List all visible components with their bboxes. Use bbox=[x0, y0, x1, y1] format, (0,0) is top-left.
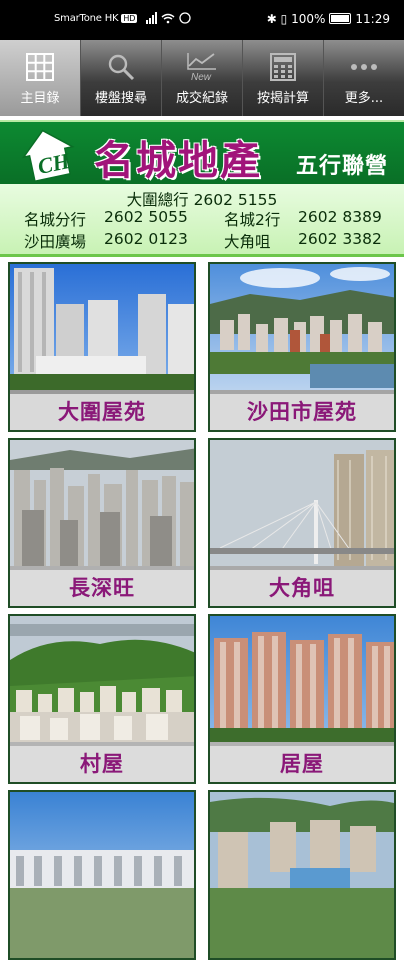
battery-percent: 100% bbox=[291, 12, 326, 26]
clock: 11:29 bbox=[355, 12, 390, 26]
district-tile-hos-housing[interactable]: 居屋 bbox=[208, 614, 396, 784]
branch-contacts: 大圍總行 2602 5155 名城分行 2602 5055 名城2行 2602 … bbox=[0, 184, 404, 257]
vibrate-icon: ▯ bbox=[280, 12, 288, 26]
branch-label: 大角咀 bbox=[224, 233, 271, 251]
status-bar: SmarTone HK HD ✱ ▯ 100% 11:29 bbox=[0, 0, 404, 40]
tab-main-menu[interactable]: 主目錄 bbox=[0, 40, 81, 116]
hd-badge: HD bbox=[121, 14, 138, 23]
calculator-icon bbox=[270, 53, 296, 81]
district-tile-tai-kok-tsui[interactable]: 大角咀 bbox=[208, 438, 396, 608]
grid-icon bbox=[26, 53, 54, 81]
tab-label: 樓盤搜尋 bbox=[94, 91, 147, 106]
district-tile-tai-wai[interactable]: 大圍屋苑 bbox=[8, 262, 196, 432]
tile-label: 大角咀 bbox=[210, 570, 394, 606]
tab-mortgage-calculator[interactable]: 按揭計算 bbox=[243, 40, 324, 116]
bluetooth-icon: ✱ bbox=[266, 12, 277, 26]
branch-phone[interactable]: 2602 3382 bbox=[298, 230, 382, 248]
tab-property-search[interactable]: 樓盤搜尋 bbox=[81, 40, 162, 116]
search-icon bbox=[108, 54, 135, 81]
tab-label: 成交紀錄 bbox=[175, 91, 228, 106]
district-tile-village-house[interactable]: 村屋 bbox=[8, 614, 196, 784]
tile-label: 大圍屋苑 bbox=[10, 394, 194, 430]
company-name: 名城地產 bbox=[94, 138, 262, 184]
signal-wifi-icon bbox=[146, 12, 192, 27]
branch-label: 沙田廣場 bbox=[24, 233, 87, 251]
brand-banner: CH 名城地產 五行聯營 bbox=[0, 120, 404, 186]
branch-label: 名城2行 bbox=[224, 211, 281, 229]
tile-label: 長深旺 bbox=[10, 570, 194, 606]
company-tagline: 五行聯營 bbox=[295, 154, 388, 179]
district-tile-7[interactable] bbox=[8, 790, 196, 960]
new-badge: New bbox=[191, 72, 212, 81]
branch-phone[interactable]: 2602 0123 bbox=[104, 230, 188, 248]
branch-phone[interactable]: 2602 5055 bbox=[104, 208, 188, 226]
hq-phone[interactable]: 2602 5155 bbox=[194, 191, 278, 209]
district-tile-8[interactable] bbox=[208, 790, 396, 960]
hq-label: 大圍總行 bbox=[126, 191, 189, 209]
battery-icon bbox=[329, 13, 352, 24]
district-tile-sha-tin[interactable]: 沙田市屋苑 bbox=[208, 262, 396, 432]
company-logo-icon: CH bbox=[21, 129, 75, 182]
chart-new-icon: New bbox=[187, 53, 216, 81]
townhouse-photo bbox=[10, 792, 194, 958]
tile-label: 村屋 bbox=[10, 746, 194, 782]
branch-label: 名城分行 bbox=[24, 211, 87, 229]
estate-aerial-photo bbox=[210, 792, 394, 958]
status-right: ✱ ▯ 100% 11:29 bbox=[267, 12, 390, 26]
tab-label: 按揭計算 bbox=[256, 91, 309, 106]
main-toolbar: 主目錄 樓盤搜尋 New 成交紀錄 按揭計算 更多... bbox=[0, 40, 404, 116]
tab-label: 主目錄 bbox=[20, 91, 60, 106]
tab-label: 更多... bbox=[344, 91, 384, 106]
district-tile-cheung-sham-wong[interactable]: 長深旺 bbox=[8, 438, 196, 608]
tile-label: 居屋 bbox=[210, 746, 394, 782]
more-icon bbox=[351, 64, 377, 70]
hq-line: 大圍總行 2602 5155 bbox=[0, 188, 404, 210]
tab-transaction-records[interactable]: New 成交紀錄 bbox=[162, 40, 243, 116]
tile-label: 沙田市屋苑 bbox=[210, 394, 394, 430]
branch-phone[interactable]: 2602 8389 bbox=[298, 208, 382, 226]
tab-more[interactable]: 更多... bbox=[324, 40, 404, 116]
carrier-name: SmarTone HK HD bbox=[54, 13, 138, 24]
